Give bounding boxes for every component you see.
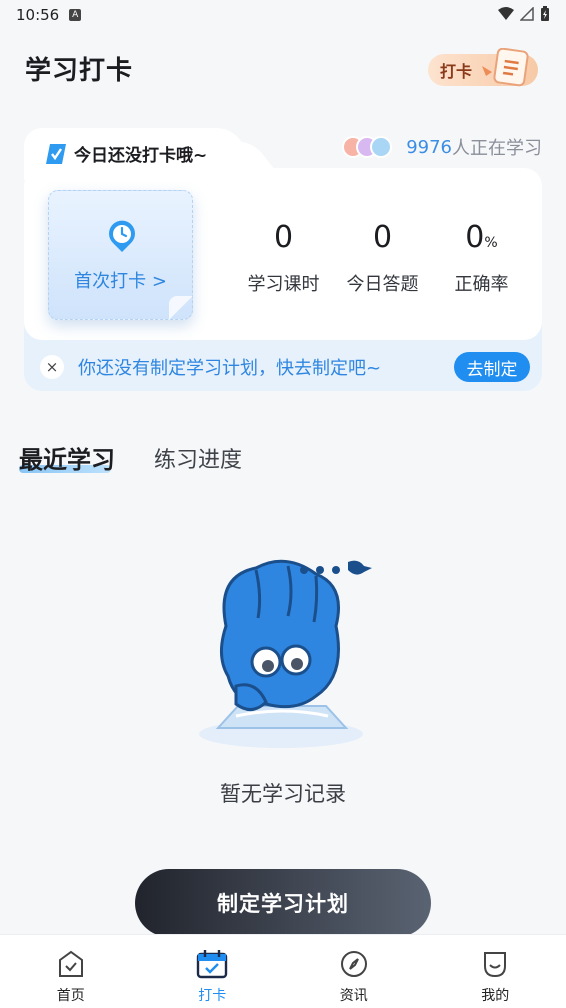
make-study-plan-button[interactable]: 制定学习计划: [135, 869, 431, 937]
stat-unit: %: [484, 235, 498, 251]
close-icon[interactable]: ×: [40, 355, 64, 379]
calendar-check-icon: [197, 950, 228, 979]
learner-count: 9976: [406, 136, 452, 158]
badge-text: 打卡: [440, 62, 472, 81]
status-icons: [498, 6, 550, 22]
stat-label: 正确率: [454, 274, 509, 295]
stat-accuracy: 0% 正确率: [432, 220, 531, 296]
nav-label: 我的: [481, 988, 510, 1004]
stat-value: 0: [465, 220, 485, 255]
learners-online: 9976 人正在学习: [342, 134, 542, 160]
nav-item-checkin[interactable]: 打卡: [142, 935, 284, 1008]
stat-answers: 0 今日答题: [333, 220, 432, 296]
clock-pin-icon: [109, 220, 135, 252]
checkin-status: 今日还没打卡哦~: [46, 141, 207, 166]
checkin-badge-icon[interactable]: 打卡: [426, 48, 542, 90]
wifi-icon: [498, 7, 514, 20]
stats-row: 0 学习课时 0 今日答题 0% 正确率: [234, 220, 534, 296]
bottom-nav: 首页 打卡 资讯 我的: [0, 934, 566, 1008]
nav-label: 打卡: [198, 988, 227, 1004]
profile-icon: [484, 952, 507, 978]
plan-hint-text: 你还没有制定学习计划，快去制定吧~: [78, 358, 382, 379]
checkin-status-text: 今日还没打卡哦~: [74, 146, 208, 166]
compass-icon: [340, 951, 367, 977]
tab-recent-study[interactable]: 最近学习: [19, 440, 115, 475]
page-fold: [169, 296, 193, 320]
plan-hint-bar: × 你还没有制定学习计划，快去制定吧~ 去制定: [40, 352, 530, 382]
checkin-card: 今日还没打卡哦~ 9976 人正在学习 首次打卡 > 0 学习课时 0 今日答题…: [24, 128, 542, 391]
battery-icon: [541, 6, 549, 21]
stat-label: 学习课时: [247, 274, 320, 295]
learner-avatars: [342, 136, 393, 158]
tab-label: 最近学习: [19, 446, 115, 474]
stat-value: 0: [273, 220, 294, 255]
status-time: 10:56: [16, 6, 60, 24]
nav-item-home[interactable]: 首页: [0, 935, 142, 1008]
stat-lessons: 0 学习课时: [234, 220, 333, 296]
nav-label: 资讯: [339, 988, 368, 1004]
first-checkin-label: 首次打卡 >: [74, 271, 167, 292]
stat-label: 今日答题: [346, 274, 419, 295]
nav-label: 首页: [56, 988, 85, 1004]
signal-icon: [520, 7, 534, 21]
first-checkin-button[interactable]: 首次打卡 >: [48, 190, 193, 320]
avatar: [370, 136, 393, 158]
status-bar: 10:56 A: [0, 0, 566, 30]
page-title: 学习打卡: [25, 56, 134, 86]
nav-item-news[interactable]: 资讯: [283, 935, 425, 1008]
home-icon: [58, 950, 83, 977]
empty-mascot-illustration: [199, 559, 372, 748]
notification-a-icon: A: [69, 9, 82, 21]
empty-state-text: 暂无学习记录: [220, 782, 346, 806]
tab-practice-progress[interactable]: 练习进度: [154, 442, 242, 474]
nav-item-mine[interactable]: 我的: [425, 935, 566, 1008]
learner-suffix: 人正在学习: [452, 138, 542, 159]
stat-value: 0: [372, 220, 393, 255]
make-plan-button[interactable]: 去制定: [454, 352, 530, 382]
checkmark-tag-icon: [46, 143, 66, 164]
